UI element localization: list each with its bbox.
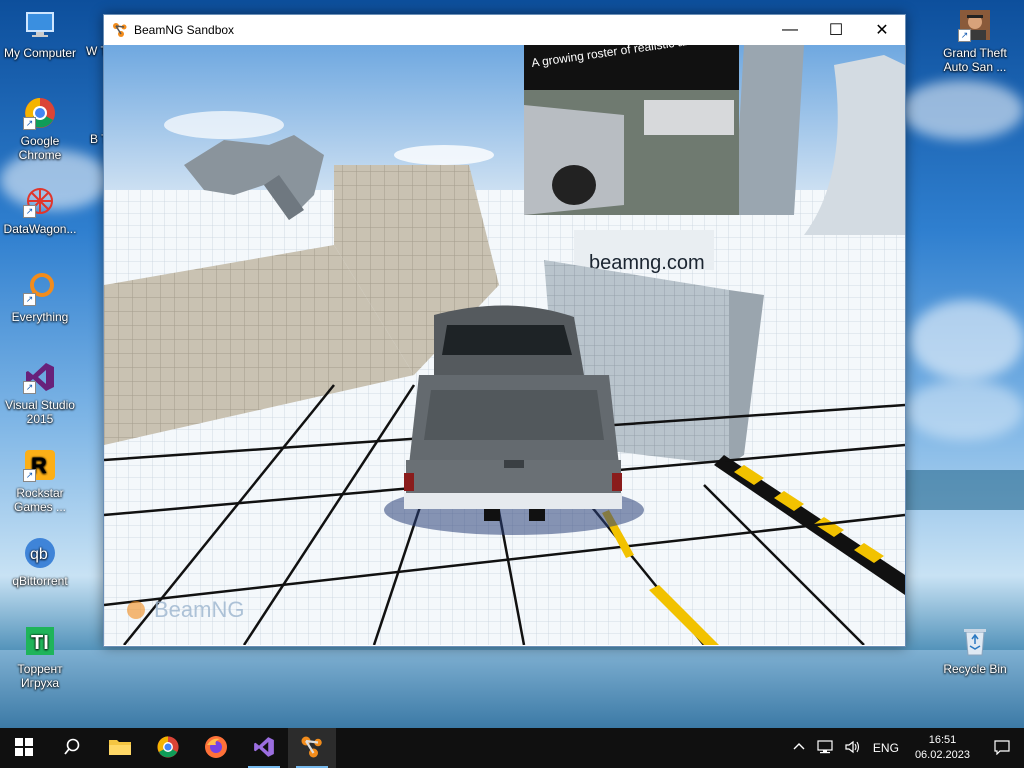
notifications-button[interactable] (980, 739, 1024, 758)
desktop-icon-my-computer[interactable]: My Computer (0, 8, 80, 60)
desktop-icon-label: Google Chrome (18, 134, 62, 162)
taskbar-file-explorer[interactable] (96, 728, 144, 768)
network-button[interactable] (811, 739, 839, 757)
speaker-icon (845, 740, 861, 757)
firefox-icon (204, 735, 228, 762)
show-hidden-icons-button[interactable] (787, 741, 811, 756)
torrent-igruha-icon: TI (23, 624, 57, 658)
desktop-icon-label: My Computer (3, 46, 77, 60)
desktop-icon-qbittorrent[interactable]: qb qBittorrent (0, 536, 80, 588)
desktop-icon-label: Rockstar Games ... (13, 486, 66, 514)
system-tray: ENG 16:51 06.02.2023 (787, 728, 1024, 768)
clock[interactable]: 16:51 06.02.2023 (905, 733, 980, 763)
desktop-icon-label: Торрент Игруха (17, 662, 63, 690)
computer-icon (23, 8, 57, 42)
chrome-icon: ↗ (23, 96, 57, 130)
taskbar: ENG 16:51 06.02.2023 (0, 728, 1024, 768)
folder-icon (108, 737, 132, 760)
desktop-icon-label: Everything (11, 310, 69, 324)
window-title: BeamNG Sandbox (134, 23, 235, 37)
desktop-icon-label: qBittorrent (12, 574, 68, 588)
chrome-icon (156, 735, 180, 762)
taskbar-beamng[interactable] (288, 728, 336, 768)
taskbar-chrome[interactable] (144, 728, 192, 768)
language-indicator[interactable]: ENG (867, 741, 905, 755)
everything-icon: ↗ (23, 272, 57, 306)
desktop-icon-label: Grand Theft Auto San ... (943, 46, 1007, 74)
maximize-button[interactable]: ☐ (813, 15, 859, 45)
clock-time: 16:51 (928, 734, 957, 746)
clock-date: 06.02.2023 (914, 749, 970, 761)
beamng-icon (112, 22, 128, 38)
visual-studio-icon (252, 735, 276, 762)
desktop-icon-google-chrome[interactable]: ↗ Google Chrome (0, 96, 80, 162)
desktop-icon-gta-san-andreas[interactable]: ↗ Grand Theft Auto San ... (935, 8, 1015, 74)
desktop-icon-label: DataWagon... (3, 222, 77, 236)
search-icon (63, 738, 81, 759)
desktop-icon-everything[interactable]: ↗ Everything (0, 272, 80, 324)
gta-icon: ↗ (958, 8, 992, 42)
notification-icon (994, 739, 1010, 758)
desktop-icon-datawagon[interactable]: ↗ DataWagon... (0, 184, 80, 236)
window-titlebar[interactable]: BeamNG Sandbox — ☐ ✕ (104, 15, 905, 45)
game-viewport[interactable]: A growing roster of realistic and varied… (104, 45, 905, 645)
recycle-bin-icon (958, 624, 992, 658)
network-icon (817, 739, 833, 757)
visual-studio-icon: ↗ (23, 360, 57, 394)
beamng-window[interactable]: BeamNG Sandbox — ☐ ✕ A growing roster of… (103, 14, 906, 647)
svg-text:TI: TI (31, 632, 49, 654)
taskbar-firefox[interactable] (192, 728, 240, 768)
windows-logo-icon (15, 737, 33, 759)
desktop-icon-recycle-bin[interactable]: Recycle Bin (935, 624, 1015, 676)
beamng-icon (300, 735, 324, 762)
chevron-up-icon (793, 741, 805, 756)
desktop-icon-torrent-igruha[interactable]: TI Торрент Игруха (0, 624, 80, 690)
close-button[interactable]: ✕ (859, 15, 905, 45)
datawagon-icon: ↗ (23, 184, 57, 218)
taskbar-visual-studio[interactable] (240, 728, 288, 768)
desktop-icon-label: Visual Studio 2015 (5, 398, 75, 426)
volume-button[interactable] (839, 740, 867, 757)
desktop-icon-rockstar[interactable]: R ↗ Rockstar Games ... (0, 448, 80, 514)
desktop-icon-label: Recycle Bin (943, 662, 1007, 676)
search-button[interactable] (48, 728, 96, 768)
qbittorrent-icon: qb (23, 536, 57, 570)
minimize-button[interactable]: — (767, 15, 813, 45)
start-button[interactable] (0, 728, 48, 768)
desktop-icon-visual-studio[interactable]: ↗ Visual Studio 2015 (0, 360, 80, 426)
svg-text:qb: qb (30, 546, 48, 563)
rockstar-icon: R ↗ (23, 448, 57, 482)
game-scene: A growing roster of realistic and varied… (104, 45, 905, 645)
beamng-watermark: BeamNG (154, 597, 244, 622)
